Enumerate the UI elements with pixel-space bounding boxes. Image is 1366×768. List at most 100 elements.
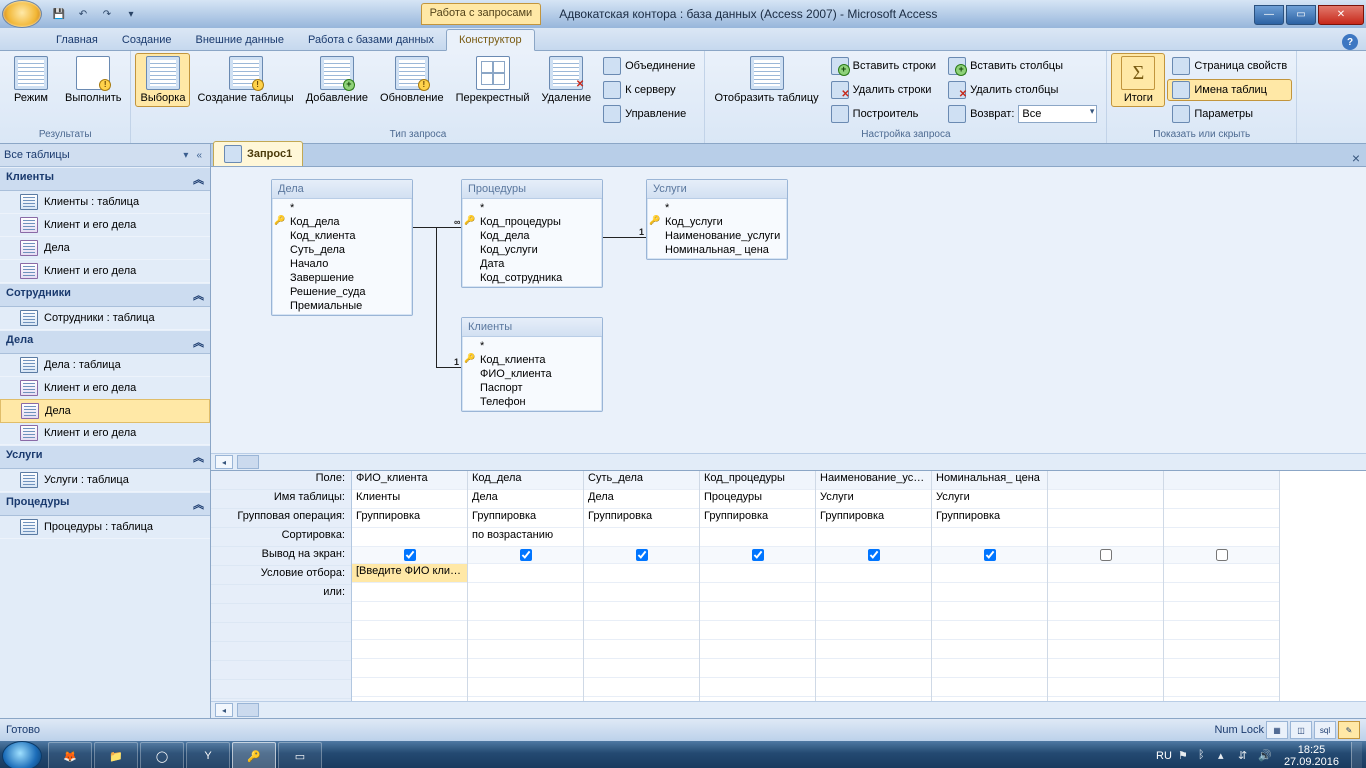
show-checkbox[interactable] bbox=[404, 549, 416, 561]
return-input[interactable] bbox=[1018, 105, 1097, 123]
return-selector[interactable]: Возврат: bbox=[943, 103, 1102, 125]
nav-item[interactable]: Дела : таблица bbox=[0, 354, 210, 377]
qbe-cell[interactable] bbox=[352, 528, 467, 547]
qbe-criteria-cell[interactable] bbox=[1164, 564, 1279, 583]
passthrough-button[interactable]: К серверу bbox=[598, 79, 700, 101]
tray-up-icon[interactable]: ▴ bbox=[1218, 749, 1232, 763]
taskbar-clock[interactable]: 18:2527.09.2016 bbox=[1278, 744, 1345, 768]
delete-rows-button[interactable]: Удалить строки bbox=[826, 79, 941, 101]
field-item[interactable]: Премиальные bbox=[272, 299, 412, 313]
qbe-criteria-cell[interactable] bbox=[816, 564, 931, 583]
field-item[interactable]: Номинальная_ цена bbox=[647, 243, 787, 257]
table-window[interactable]: Услуги*Код_услугиНаименование_услугиНоми… bbox=[646, 179, 788, 260]
field-item[interactable]: Паспорт bbox=[462, 381, 602, 395]
nav-item[interactable]: Клиент и его дела bbox=[0, 422, 210, 445]
field-item[interactable]: Наименование_услуги bbox=[647, 229, 787, 243]
qbe-criteria-cell[interactable]: [Введите ФИО клиента] bbox=[352, 564, 467, 583]
parameters-button[interactable]: Параметры bbox=[1167, 103, 1292, 125]
tab-create[interactable]: Создание bbox=[110, 30, 184, 50]
table-window[interactable]: Процедуры*Код_процедурыКод_делаКод_услуг… bbox=[461, 179, 603, 288]
qat-save-icon[interactable]: 💾 bbox=[48, 3, 70, 25]
qbe-cell[interactable]: Услуги bbox=[932, 490, 1047, 509]
qbe-show-cell[interactable] bbox=[1164, 547, 1279, 564]
nav-item[interactable]: Услуги : таблица bbox=[0, 469, 210, 492]
qbe-cell[interactable] bbox=[1164, 471, 1279, 490]
qbe-criteria-cell[interactable] bbox=[584, 564, 699, 583]
qbe-show-cell[interactable] bbox=[700, 547, 815, 564]
qbe-cell[interactable]: Дела bbox=[468, 490, 583, 509]
field-item[interactable]: Завершение bbox=[272, 271, 412, 285]
builder-button[interactable]: Построитель bbox=[826, 103, 941, 125]
qbe-criteria-cell[interactable] bbox=[932, 564, 1047, 583]
taskbar-app-firefox[interactable]: 🦊 bbox=[48, 742, 92, 768]
help-icon[interactable]: ? bbox=[1342, 34, 1358, 50]
show-desktop-button[interactable] bbox=[1351, 742, 1362, 768]
view-design-button[interactable]: ✎ bbox=[1338, 721, 1360, 739]
nav-item[interactable]: Клиенты : таблица bbox=[0, 191, 210, 214]
qbe-show-cell[interactable] bbox=[584, 547, 699, 564]
diagram-hscroll[interactable]: ◂ bbox=[211, 453, 1366, 470]
qbe-cell[interactable]: по возрастанию bbox=[468, 528, 583, 547]
view-sql-button[interactable]: sql bbox=[1314, 721, 1336, 739]
field-item[interactable]: * bbox=[462, 339, 602, 353]
qbe-cell[interactable]: Дела bbox=[584, 490, 699, 509]
taskbar-app-chrome[interactable]: ◯ bbox=[140, 742, 184, 768]
qbe-show-cell[interactable] bbox=[932, 547, 1047, 564]
field-item[interactable]: * bbox=[647, 201, 787, 215]
table-window-title[interactable]: Услуги bbox=[647, 180, 787, 199]
qat-redo-icon[interactable]: ↷ bbox=[96, 3, 118, 25]
show-checkbox[interactable] bbox=[1100, 549, 1112, 561]
table-window-title[interactable]: Процедуры bbox=[462, 180, 602, 199]
field-item[interactable]: Начало bbox=[272, 257, 412, 271]
qbe-cell[interactable] bbox=[1164, 490, 1279, 509]
window-close-button[interactable]: ✕ bbox=[1318, 5, 1364, 25]
nav-menu-dropdown-icon[interactable]: ▾ bbox=[179, 150, 192, 161]
office-button[interactable] bbox=[2, 0, 42, 28]
field-item[interactable]: Код_клиента bbox=[272, 229, 412, 243]
nav-item[interactable]: Дела bbox=[0, 399, 210, 423]
field-item[interactable]: Код_сотрудника bbox=[462, 271, 602, 285]
qbe-cell[interactable]: Номинальная_ цена bbox=[932, 471, 1047, 490]
nav-item[interactable]: Клиент и его дела bbox=[0, 260, 210, 283]
qbe-cell[interactable] bbox=[584, 528, 699, 547]
taskbar-app-access[interactable]: 🔑 bbox=[232, 742, 276, 768]
view-button[interactable]: Режим bbox=[4, 53, 58, 107]
tab-home[interactable]: Главная bbox=[44, 30, 110, 50]
qbe-show-cell[interactable] bbox=[816, 547, 931, 564]
nav-group-header[interactable]: Клиенты︽ bbox=[0, 167, 210, 191]
tray-volume-icon[interactable]: 🔊 bbox=[1258, 749, 1272, 763]
qbe-cell[interactable]: Группировка bbox=[584, 509, 699, 528]
qbe-criteria-cell[interactable] bbox=[700, 564, 815, 583]
qbe-cell[interactable]: Код_процедуры bbox=[700, 471, 815, 490]
field-item[interactable]: Код_дела bbox=[462, 229, 602, 243]
qbe-column[interactable]: Суть_делаДелаГруппировка bbox=[584, 471, 700, 701]
nav-group-header[interactable]: Услуги︽ bbox=[0, 445, 210, 469]
table-window-title[interactable]: Клиенты bbox=[462, 318, 602, 337]
taskbar-app-generic[interactable]: ▭ bbox=[278, 742, 322, 768]
field-item[interactable]: * bbox=[462, 201, 602, 215]
view-datasheet-button[interactable]: ▦ bbox=[1266, 721, 1288, 739]
show-checkbox[interactable] bbox=[1216, 549, 1228, 561]
field-item[interactable]: Телефон bbox=[462, 395, 602, 409]
tray-bluetooth-icon[interactable]: ᛒ bbox=[1198, 749, 1212, 763]
window-maximize-button[interactable]: ▭ bbox=[1286, 5, 1316, 25]
nav-item[interactable]: Сотрудники : таблица bbox=[0, 307, 210, 330]
insert-rows-button[interactable]: Вставить строки bbox=[826, 55, 941, 77]
qbe-hscroll[interactable]: ◂ bbox=[211, 701, 1366, 718]
table-names-button[interactable]: Имена таблиц bbox=[1167, 79, 1292, 101]
show-table-button[interactable]: Отобразить таблицу bbox=[709, 53, 823, 107]
delete-columns-button[interactable]: Удалить столбцы bbox=[943, 79, 1102, 101]
start-button[interactable] bbox=[2, 741, 42, 768]
tab-database-tools[interactable]: Работа с базами данных bbox=[296, 30, 446, 50]
qbe-cell[interactable] bbox=[1048, 528, 1163, 547]
nav-item[interactable]: Дела bbox=[0, 237, 210, 260]
document-close-button[interactable]: × bbox=[1346, 150, 1366, 166]
qbe-cell[interactable]: Группировка bbox=[352, 509, 467, 528]
qbe-column[interactable]: ФИО_клиентаКлиентыГруппировка[Введите ФИ… bbox=[352, 471, 468, 701]
qat-customize-icon[interactable]: ▾ bbox=[120, 3, 142, 25]
qbe-cell[interactable] bbox=[1048, 490, 1163, 509]
field-item[interactable]: Код_процедуры bbox=[462, 215, 602, 229]
field-item[interactable]: ФИО_клиента bbox=[462, 367, 602, 381]
qbe-column[interactable]: Код_процедурыПроцедурыГруппировка bbox=[700, 471, 816, 701]
qbe-criteria-cell[interactable] bbox=[468, 564, 583, 583]
